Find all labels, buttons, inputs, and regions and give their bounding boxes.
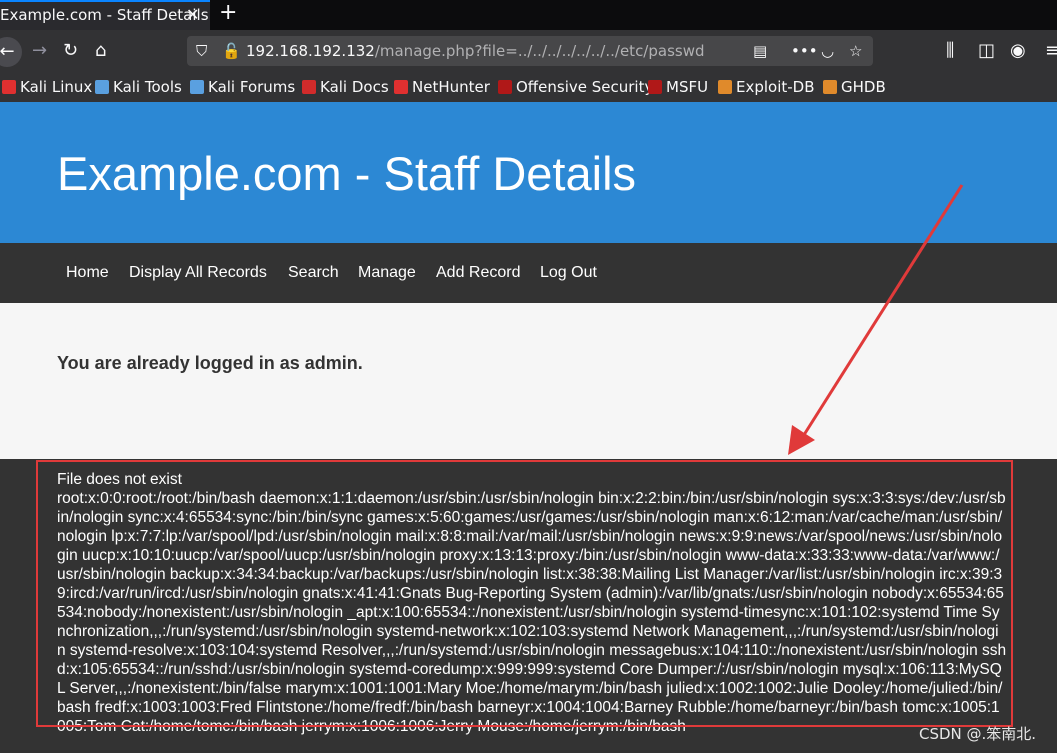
bookmark-exploit-db[interactable]: Exploit-DB [718, 72, 815, 102]
browser-tab[interactable]: Example.com - Staff Details ✕ [0, 0, 210, 30]
bookmark-kali-forums[interactable]: Kali Forums [190, 72, 295, 102]
page-actions-icon[interactable]: ••• [791, 36, 818, 66]
close-tab-icon[interactable]: ✕ [186, 0, 199, 30]
passwd-contents: root:x:0:0:root:/root:/bin/bash daemon:x… [57, 490, 1007, 735]
nav-manage-link[interactable]: Manage [358, 243, 416, 303]
bookmark-kali-linux[interactable]: Kali Linux [2, 72, 92, 102]
bookmark-label: MSFU [666, 78, 709, 96]
bookmark-favicon-icon [394, 80, 408, 94]
sidebar-icon[interactable]: ◫ [978, 30, 995, 72]
bookmark-label: Kali Linux [20, 78, 93, 96]
bookmark-label: Kali Tools [113, 78, 182, 96]
shield-icon[interactable]: ⛉ [196, 36, 207, 66]
home-icon[interactable]: ⌂ [95, 30, 106, 72]
bookmark-favicon-icon [95, 80, 109, 94]
new-tab-button[interactable]: + [219, 0, 237, 28]
nav-search-link[interactable]: Search [288, 243, 339, 303]
file-output: File does not exist root:x:0:0:root:/roo… [57, 470, 1007, 736]
url-host: 192.168.192.132 [246, 42, 375, 60]
address-bar[interactable]: ⛉ 🔓 192.168.192.132/manage.php?file=../.… [187, 36, 873, 66]
bookmark-label: Offensive Security [516, 78, 654, 96]
url-path: /manage.php?file=../../../../../../../et… [374, 42, 705, 60]
bookmark-ghdb[interactable]: GHDB [823, 72, 886, 102]
site-navigation: Home Display All Records Search Manage A… [0, 243, 1057, 303]
bookmark-favicon-icon [2, 80, 16, 94]
account-icon[interactable]: ◉ [1010, 30, 1026, 72]
bookmark-favicon-icon [190, 80, 204, 94]
reload-button[interactable]: ↻ [63, 30, 78, 72]
bookmark-offensive-security[interactable]: Offensive Security [498, 72, 653, 102]
bookmark-msfu[interactable]: MSFU [648, 72, 708, 102]
bookmark-kali-tools[interactable]: Kali Tools [95, 72, 182, 102]
reader-view-icon[interactable]: ▤ [753, 36, 767, 66]
bookmark-star-icon[interactable]: ☆ [849, 36, 862, 66]
bookmark-label: Kali Forums [208, 78, 296, 96]
footer: File does not exist root:x:0:0:root:/roo… [0, 459, 1057, 753]
forward-button[interactable]: → [32, 30, 47, 72]
bookmark-kali-docs[interactable]: Kali Docs [302, 72, 389, 102]
back-button[interactable]: ← [0, 37, 22, 67]
site-header: Example.com - Staff Details [0, 102, 1057, 243]
bookmark-favicon-icon [823, 80, 837, 94]
navigation-toolbar: ← → ↻ ⌂ ⛉ 🔓 192.168.192.132/manage.php?f… [0, 30, 1057, 72]
tab-title: Example.com - Staff Details [0, 6, 209, 24]
watermark: CSDN @.笨南北. [919, 725, 1037, 743]
bookmark-nethunter[interactable]: NetHunter [394, 72, 490, 102]
bookmarks-toolbar: Kali Linux Kali Tools Kali Forums Kali Docs… [0, 72, 1057, 102]
nav-home-link[interactable]: Home [66, 243, 109, 303]
nav-display-all-records-link[interactable]: Display All Records [129, 243, 267, 303]
nav-log-out-link[interactable]: Log Out [540, 243, 597, 303]
bookmark-label: Kali Docs [320, 78, 389, 96]
url-text[interactable]: 192.168.192.132/manage.php?file=../../..… [246, 36, 705, 66]
menu-icon[interactable]: ≡ [1045, 30, 1057, 72]
bookmark-label: GHDB [841, 78, 886, 96]
bookmark-favicon-icon [498, 80, 512, 94]
insecure-lock-icon[interactable]: 🔓 [222, 36, 241, 66]
bookmark-label: Exploit-DB [736, 78, 815, 96]
login-status-message: You are already logged in as admin. [57, 353, 363, 373]
tab-bar: Example.com - Staff Details ✕ + [0, 0, 1057, 30]
file-status-text: File does not exist [57, 471, 182, 488]
bookmark-favicon-icon [718, 80, 732, 94]
nav-add-record-link[interactable]: Add Record [436, 243, 521, 303]
pocket-icon[interactable]: ◡ [821, 36, 834, 66]
page-title: Example.com - Staff Details [57, 147, 637, 200]
bookmark-favicon-icon [302, 80, 316, 94]
main-content: You are already logged in as admin. [0, 303, 1057, 459]
bookmark-label: NetHunter [412, 78, 490, 96]
bookmark-favicon-icon [648, 80, 662, 94]
library-icon[interactable]: ⫼ [946, 30, 954, 72]
